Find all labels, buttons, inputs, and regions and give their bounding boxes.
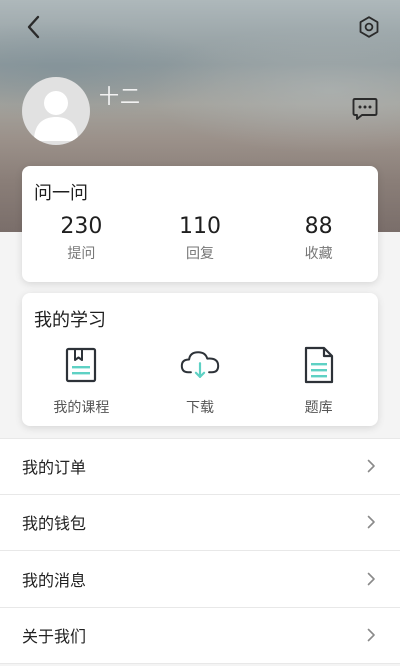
study-item-label: 题库 [304,400,333,416]
settings-icon [357,15,381,43]
study-card: 我的学习 我的课程 下载 题库 [22,293,378,426]
menu-item-label: 关于我们 [22,627,87,647]
stat-favorites[interactable]: 88 收藏 [259,214,378,263]
study-item-courses[interactable]: 我的课程 [22,345,141,417]
stat-label: 提问 [67,246,96,262]
menu-item-about[interactable]: 关于我们 [0,608,400,664]
study-items: 我的课程 下载 题库 [22,345,378,417]
profile-menu: 我的订单 我的钱包 我的消息 关于我们 [0,438,400,664]
menu-item-orders[interactable]: 我的订单 [0,438,400,495]
menu-item-label: 我的订单 [22,458,87,478]
question-bank-icon [299,345,339,385]
message-button[interactable] [350,96,380,126]
username: 十二 [99,84,141,108]
back-button[interactable] [18,14,48,44]
settings-button[interactable] [354,14,384,44]
study-item-question-bank[interactable]: 题库 [259,345,378,417]
study-card-title: 我的学习 [34,310,106,331]
avatar[interactable] [22,77,90,145]
menu-item-messages[interactable]: 我的消息 [0,551,400,608]
stat-label: 回复 [186,246,214,262]
stat-value: 230 [60,214,103,239]
stat-value: 110 [179,214,221,239]
ask-card: 问一问 230 提问 110 回复 88 收藏 [22,166,378,282]
course-book-icon [61,345,101,385]
ask-stats: 230 提问 110 回复 88 收藏 [22,214,378,263]
menu-item-wallet[interactable]: 我的钱包 [0,495,400,551]
menu-item-label: 我的钱包 [22,514,87,534]
chevron-right-icon [364,459,378,473]
stat-label: 收藏 [304,246,333,262]
chevron-right-icon [364,628,378,642]
menu-item-label: 我的消息 [22,570,87,590]
chat-bubble-icon [352,97,378,125]
stat-questions[interactable]: 230 提问 [22,214,141,263]
study-item-download[interactable]: 下载 [141,345,260,417]
study-item-label: 我的课程 [53,400,110,416]
cloud-download-icon [180,345,220,385]
stat-replies[interactable]: 110 回复 [141,214,260,263]
ask-card-title: 问一问 [34,183,88,204]
stat-value: 88 [304,214,333,239]
chevron-left-icon [26,15,40,43]
chevron-right-icon [364,515,378,529]
chevron-right-icon [364,572,378,586]
study-item-label: 下载 [186,400,214,416]
